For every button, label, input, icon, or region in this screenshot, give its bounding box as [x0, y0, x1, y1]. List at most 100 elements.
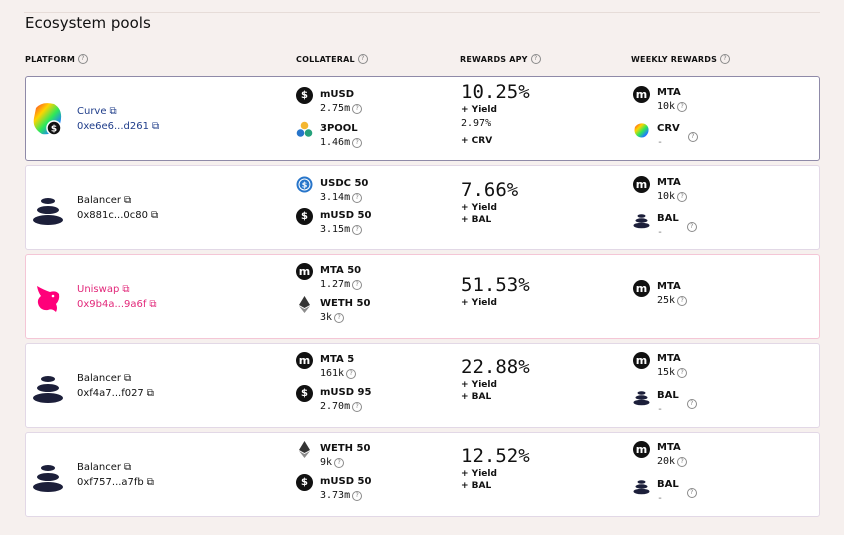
- address-link[interactable]: 0x9b4a...9a6f ⧉: [77, 299, 157, 310]
- header-collateral: COLLATERAL?: [296, 54, 368, 64]
- help-icon[interactable]: ?: [334, 312, 345, 323]
- help-icon[interactable]: ?: [686, 399, 697, 409]
- help-icon[interactable]: ?: [352, 279, 363, 290]
- address-link[interactable]: 0xf4a7...f027 ⧉: [77, 388, 154, 399]
- collateral-token: $ mUSD 2.75m?: [296, 87, 363, 114]
- address-link[interactable]: 0xe6e6...d261 ⧉: [77, 121, 159, 132]
- help-icon[interactable]: ?: [720, 54, 731, 64]
- apy-value: 12.52%: [461, 445, 530, 467]
- reward-token: BAL - ?: [633, 213, 697, 238]
- platform-link[interactable]: Balancer ⧉: [77, 462, 131, 473]
- apy-value: 7.66%: [461, 179, 519, 201]
- usdc-icon: $: [296, 176, 313, 193]
- collateral-token: $ USDC 50 3.14m?: [296, 176, 368, 203]
- external-link-icon: ⧉: [151, 120, 160, 132]
- mta-icon: m: [633, 352, 650, 369]
- uniswap-logo-icon: [37, 286, 60, 312]
- pool-row[interactable]: $ Curve ⧉ 0xe6e6...d261 ⧉ $ mUSD 2.75m? 3PO…: [25, 76, 820, 161]
- help-icon[interactable]: ?: [352, 192, 363, 203]
- address-link[interactable]: 0x881c...0c80 ⧉: [77, 210, 158, 221]
- pool-row[interactable]: Balancer ⧉ 0xf757...a7fb ⧉ WETH 50 9k? $ mU…: [25, 432, 820, 517]
- reward-token: m MTA 15k?: [633, 352, 688, 378]
- curve-logo-icon: $: [33, 103, 62, 136]
- collateral-token: WETH 50 9k?: [296, 441, 370, 468]
- help-icon[interactable]: ?: [352, 224, 363, 235]
- help-icon[interactable]: ?: [352, 490, 363, 501]
- apy-block: 7.66% + Yield + BAL: [461, 179, 519, 225]
- help-icon[interactable]: ?: [346, 368, 357, 379]
- help-icon[interactable]: ?: [352, 103, 363, 114]
- help-icon[interactable]: ?: [687, 132, 698, 142]
- weth-icon: [299, 441, 310, 458]
- apy-block: 12.52% + Yield + BAL: [461, 445, 530, 491]
- collateral-token: m MTA 5 161k?: [296, 352, 357, 379]
- platform-link[interactable]: Balancer ⧉: [77, 195, 131, 206]
- external-link-icon: ⧉: [124, 194, 132, 206]
- external-link-icon: ⧉: [124, 461, 132, 473]
- external-link-icon: ⧉: [146, 476, 154, 488]
- mta-icon: m: [633, 280, 650, 297]
- collateral-token: $ mUSD 95 2.70m?: [296, 385, 371, 412]
- reward-token: m MTA 20k?: [633, 441, 688, 467]
- pool-row[interactable]: Balancer ⧉ 0xf4a7...f027 ⧉ m MTA 5 161k? $ …: [25, 343, 820, 428]
- address-link[interactable]: 0xf757...a7fb ⧉: [77, 477, 154, 488]
- pool-row[interactable]: Uniswap ⧉ 0x9b4a...9a6f ⧉ m MTA 50 1.27m? W…: [25, 254, 820, 339]
- help-icon[interactable]: ?: [686, 488, 697, 498]
- apy-block: 22.88% + Yield + BAL: [461, 356, 530, 402]
- help-icon[interactable]: ?: [357, 54, 368, 64]
- reward-token: m MTA 10k?: [633, 86, 688, 112]
- musd-icon: $: [296, 87, 313, 104]
- balancer-logo-icon: [33, 198, 63, 225]
- help-icon[interactable]: ?: [677, 101, 688, 112]
- collateral-token: 3POOL 1.46m?: [296, 121, 363, 148]
- help-icon[interactable]: ?: [677, 295, 688, 306]
- pool-list: $ Curve ⧉ 0xe6e6...d261 ⧉ $ mUSD 2.75m? 3PO…: [25, 76, 820, 521]
- apy-block: 10.25% + Yield 2.97% + CRV: [461, 81, 530, 146]
- section-title: Ecosystem pools: [25, 14, 151, 32]
- help-icon[interactable]: ?: [677, 191, 688, 202]
- balancer-logo-icon: [33, 376, 63, 403]
- collateral-token: $ mUSD 50 3.15m?: [296, 208, 371, 235]
- header-platform: PLATFORM?: [25, 54, 88, 64]
- platform-link[interactable]: Uniswap ⧉: [77, 284, 129, 295]
- collateral-token: m MTA 50 1.27m?: [296, 263, 363, 290]
- balancer-logo-icon: [33, 465, 63, 492]
- apy-value: 22.88%: [461, 356, 530, 378]
- help-icon[interactable]: ?: [686, 222, 697, 232]
- help-icon[interactable]: ?: [77, 54, 88, 64]
- help-icon[interactable]: ?: [677, 456, 688, 467]
- reward-token: m MTA 10k?: [633, 176, 688, 202]
- apy-block: 51.53% + Yield: [461, 274, 530, 308]
- mta-icon: m: [633, 176, 650, 193]
- help-icon[interactable]: ?: [530, 54, 541, 64]
- svg-text:$: $: [51, 125, 57, 135]
- bal-icon: [633, 391, 650, 406]
- help-icon[interactable]: ?: [677, 367, 688, 378]
- reward-token: BAL - ?: [633, 390, 697, 415]
- help-icon[interactable]: ?: [352, 137, 363, 148]
- header-rewards-apy: REWARDS APY?: [460, 54, 541, 64]
- mta-icon: m: [633, 86, 650, 103]
- reward-token: m MTA 25k?: [633, 280, 688, 306]
- platform-link[interactable]: Balancer ⧉: [77, 373, 131, 384]
- musd-icon: $: [296, 208, 313, 225]
- header-weekly-rewards: WEEKLY REWARDS?: [631, 54, 731, 64]
- svg-text:$: $: [302, 181, 308, 190]
- mta-icon: m: [296, 352, 313, 369]
- external-link-icon: ⧉: [122, 283, 130, 295]
- pool-row[interactable]: Balancer ⧉ 0x881c...0c80 ⧉ $ USDC 50 3.14m?…: [25, 165, 820, 250]
- external-link-icon: ⧉: [146, 387, 154, 399]
- reward-token: BAL - ?: [633, 479, 697, 504]
- apy-value: 10.25%: [461, 81, 530, 103]
- musd-icon: $: [296, 385, 313, 402]
- apy-value: 51.53%: [461, 274, 530, 296]
- collateral-token: $ mUSD 50 3.73m?: [296, 474, 371, 501]
- mta-icon: m: [296, 263, 313, 280]
- help-icon[interactable]: ?: [334, 457, 345, 468]
- bal-icon: [633, 214, 650, 229]
- reward-token: CRV - ?: [633, 123, 698, 148]
- help-icon[interactable]: ?: [352, 401, 363, 412]
- weth-icon: [299, 296, 310, 313]
- platform-link[interactable]: Curve ⧉: [77, 106, 117, 117]
- top-divider: [24, 12, 820, 13]
